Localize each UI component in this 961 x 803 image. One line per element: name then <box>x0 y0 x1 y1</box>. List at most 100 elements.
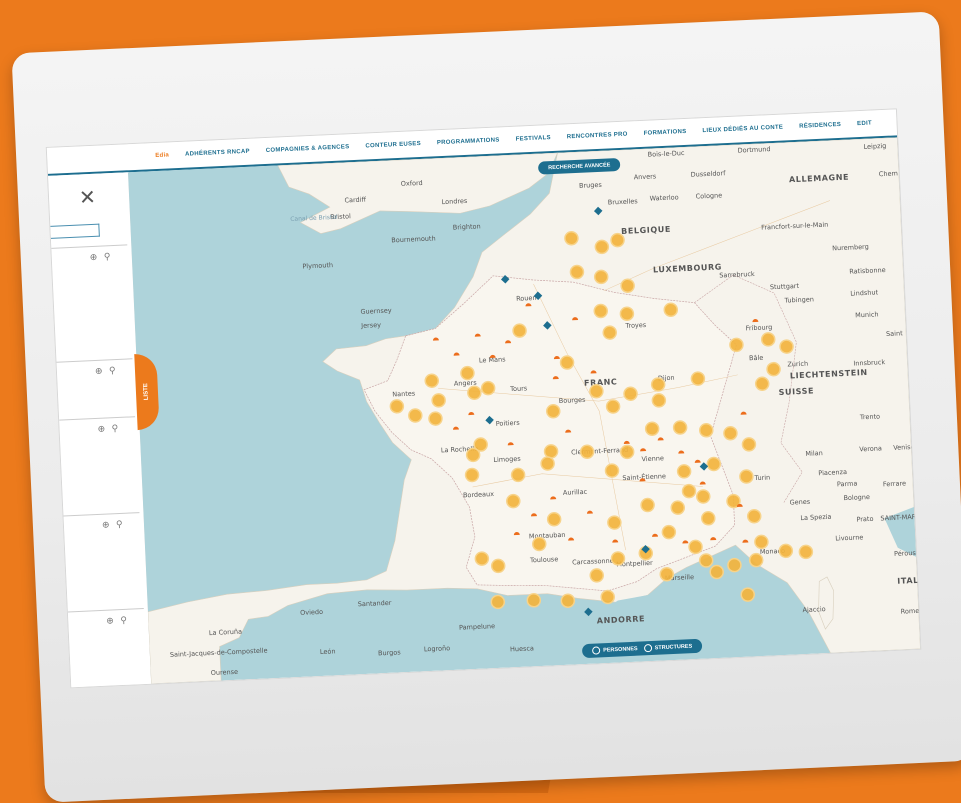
cluster-marker[interactable] <box>589 383 604 399</box>
list-item-actions-icon[interactable]: ⊕ ⚲ <box>106 615 129 627</box>
cluster-marker[interactable] <box>760 332 776 347</box>
close-icon[interactable]: ✕ <box>79 187 97 210</box>
cluster-marker[interactable] <box>408 408 423 423</box>
nav-item-festivals[interactable]: FESTIVALS <box>516 135 552 143</box>
list-divider <box>51 244 128 251</box>
cluster-marker[interactable] <box>467 385 482 401</box>
cluster-marker[interactable] <box>610 232 625 248</box>
cluster-marker[interactable] <box>650 377 666 392</box>
cluster-marker[interactable] <box>593 269 609 285</box>
cluster-marker[interactable] <box>619 444 635 460</box>
nav-item-formations[interactable]: FORMATIONS <box>644 129 687 137</box>
toggle-option-people[interactable]: PERSONNES <box>591 645 638 655</box>
cluster-marker[interactable] <box>540 456 555 471</box>
cluster-marker[interactable] <box>779 339 794 354</box>
cluster-marker[interactable] <box>510 467 526 483</box>
cluster-marker[interactable] <box>389 399 405 414</box>
cluster-marker[interactable] <box>506 493 521 509</box>
cluster-marker[interactable] <box>559 355 575 370</box>
toggle-option-structures[interactable]: STRUCTURES <box>643 642 692 653</box>
cluster-marker[interactable] <box>564 230 579 246</box>
cluster-marker[interactable] <box>600 589 615 605</box>
cluster-marker[interactable] <box>663 302 679 318</box>
cluster-marker[interactable] <box>659 566 675 582</box>
cluster-marker[interactable] <box>798 544 814 560</box>
cluster-marker[interactable] <box>490 558 506 574</box>
cluster-marker[interactable] <box>594 239 610 255</box>
cluster-marker[interactable] <box>543 444 559 459</box>
cluster-marker[interactable] <box>699 423 714 438</box>
nav-item-edit[interactable]: EDIT <box>857 120 872 127</box>
cluster-marker[interactable] <box>696 489 711 504</box>
cluster-marker[interactable] <box>727 557 742 573</box>
cluster-marker[interactable] <box>706 456 722 472</box>
nav-item-adherents[interactable]: ADHÉRENTS RNCAP <box>185 149 250 158</box>
cluster-marker[interactable] <box>670 500 686 515</box>
cluster-marker[interactable] <box>729 337 744 353</box>
nav-item-home[interactable]: Edia <box>155 152 169 159</box>
cluster-marker[interactable] <box>589 568 604 583</box>
cluster-marker[interactable] <box>661 524 677 540</box>
cluster-marker[interactable] <box>602 325 617 340</box>
cluster-marker[interactable] <box>526 593 542 608</box>
cluster-marker[interactable] <box>681 483 697 499</box>
cluster-marker[interactable] <box>532 536 547 552</box>
cluster-marker[interactable] <box>607 515 622 530</box>
cluster-marker[interactable] <box>740 587 756 602</box>
cluster-marker[interactable] <box>746 508 762 524</box>
cluster-marker[interactable] <box>766 361 781 377</box>
nav-item-residences[interactable]: RÉSIDENCES <box>799 122 841 130</box>
cluster-marker[interactable] <box>672 420 688 435</box>
cluster-marker[interactable] <box>460 365 475 381</box>
map-canvas[interactable]: ALLEMAGNE BELGIQUE LUXEMBOURG SUISSE LIE… <box>127 137 921 684</box>
nav-item-lieux[interactable]: LIEUX DÉDIÉS AU CONTE <box>702 125 783 135</box>
cluster-marker[interactable] <box>605 399 621 414</box>
cluster-marker[interactable] <box>579 444 595 459</box>
cluster-marker[interactable] <box>465 447 481 463</box>
cluster-marker[interactable] <box>748 552 764 568</box>
cluster-marker[interactable] <box>701 511 716 526</box>
cluster-marker[interactable] <box>428 411 443 426</box>
list-item-actions-icon[interactable]: ⊕ ⚲ <box>102 519 125 531</box>
list-item-actions-icon[interactable]: ⊕ ⚲ <box>95 365 118 377</box>
cluster-marker[interactable] <box>593 303 609 319</box>
cluster-marker[interactable] <box>569 264 585 280</box>
cluster-marker[interactable] <box>623 386 638 401</box>
cluster-marker[interactable] <box>604 463 620 478</box>
cluster-marker[interactable] <box>651 393 667 408</box>
cluster-marker[interactable] <box>560 593 576 609</box>
cluster-marker[interactable] <box>778 543 794 559</box>
cluster-marker[interactable] <box>676 464 692 479</box>
cluster-marker[interactable] <box>688 539 703 555</box>
cluster-marker[interactable] <box>620 278 635 293</box>
cluster-marker[interactable] <box>474 551 490 566</box>
cluster-marker[interactable] <box>431 393 446 408</box>
cluster-marker[interactable] <box>546 512 562 527</box>
sidebar-search-input[interactable] <box>50 223 100 239</box>
cluster-marker[interactable] <box>619 306 635 322</box>
list-item-actions-icon[interactable]: ⊕ ⚲ <box>90 251 113 263</box>
cluster-marker[interactable] <box>741 437 757 452</box>
nav-item-programmations[interactable]: PROGRAMMATIONS <box>437 137 500 146</box>
cluster-marker[interactable] <box>480 380 496 396</box>
map-view[interactable]: ALLEMAGNE BELGIQUE LUXEMBOURG SUISSE LIE… <box>127 137 921 684</box>
cluster-marker[interactable] <box>424 373 439 388</box>
cluster-marker[interactable] <box>754 376 770 391</box>
cluster-marker[interactable] <box>464 467 480 483</box>
cluster-marker[interactable] <box>640 497 655 513</box>
cluster-marker[interactable] <box>512 323 527 338</box>
cluster-marker[interactable] <box>739 469 754 484</box>
nav-item-rencontres-pro[interactable]: RENCONTRES PRO <box>567 132 628 141</box>
cluster-marker[interactable] <box>644 421 660 437</box>
cluster-marker[interactable] <box>723 425 738 441</box>
cluster-marker[interactable] <box>490 594 506 610</box>
cluster-marker[interactable] <box>690 371 706 386</box>
cluster-marker[interactable] <box>610 551 626 566</box>
cluster-marker[interactable] <box>709 564 724 580</box>
cluster-marker[interactable] <box>698 553 714 568</box>
nav-item-conteurs[interactable]: CONTEUR EUSES <box>365 141 421 150</box>
cluster-marker[interactable] <box>754 534 769 550</box>
nav-item-compagnies[interactable]: COMPAGNIES & AGENCES <box>266 144 350 154</box>
list-item-actions-icon[interactable]: ⊕ ⚲ <box>97 423 120 435</box>
cluster-marker[interactable] <box>546 403 561 419</box>
